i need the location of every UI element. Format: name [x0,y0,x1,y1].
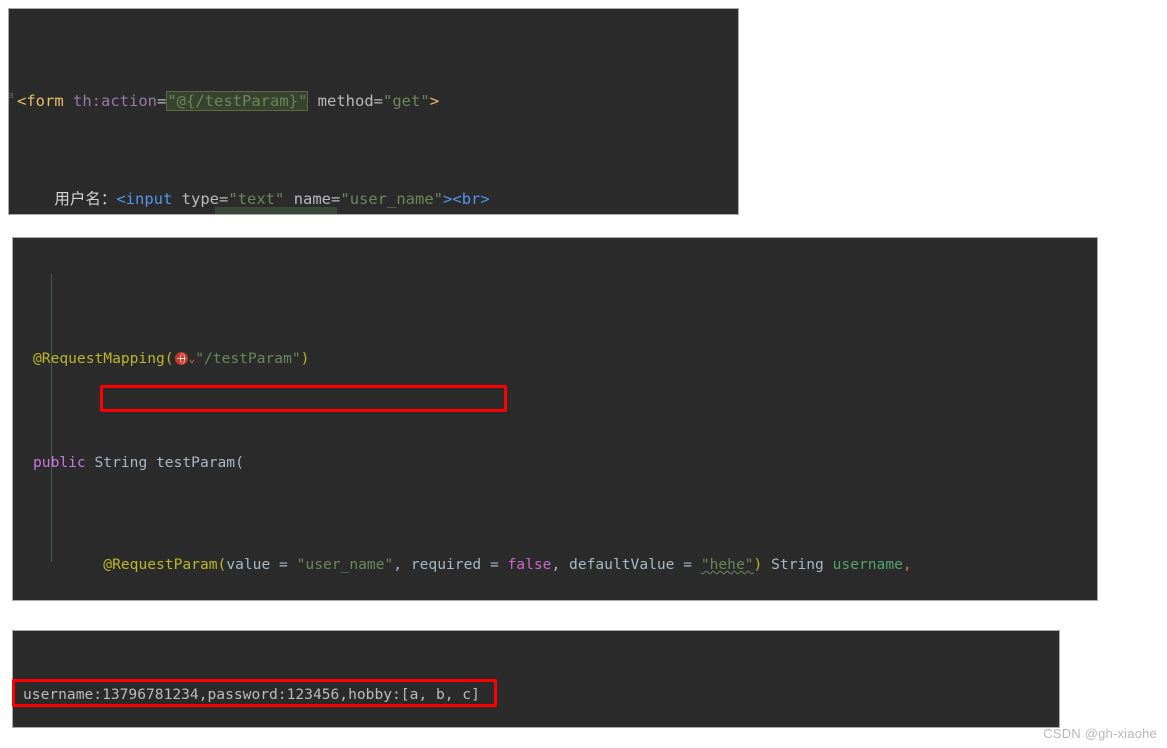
fold-arrow-icon[interactable]: ⊟ [9,91,17,101]
java-line-1: @RequestMapping( ⌄"/testParam") [13,346,1097,373]
rp-required-val: false [507,556,552,574]
rp-value-key: value [226,556,271,574]
html-form-code-block: ⊟ <form th:action="@{/testParam}" method=… [8,8,739,215]
sp-1 [308,92,317,110]
paren-open-2: ( [217,556,227,574]
rp-default-val: "hehe" [700,556,754,574]
rp-default-key: defaultValue [569,556,675,574]
mapping-path-value: "/testParam" [195,350,301,368]
html-line-2: 用户名：<input type="text" name="user_name">… [54,190,490,209]
indent-guide-line [51,274,52,562]
request-param-annotation: @RequestParam [103,556,218,574]
eq-rp-1: = [270,556,297,574]
name-attr-1: name [293,190,332,209]
screenshot-root: ⊟ <form th:action="@{/testParam}" method=… [0,0,1167,748]
console-output-block: username:13796781234,password:123456,hob… [12,630,1060,728]
type-value-1: "text" [228,190,285,209]
java-controller-code-block: @RequestMapping(⌄"/testParam") public St… [12,237,1098,601]
eq-rp-2: = [481,556,508,574]
comma-p1: , [902,556,912,574]
type-attr-1: type [181,190,219,209]
comma-rp-2: , [551,556,570,574]
gt-1: > [429,91,440,110]
th-action-value: "@{/testParam}" [166,90,309,111]
java-line-3: @RequestParam(value = "user_name", requi… [13,552,1097,578]
username-param: username [823,556,903,574]
chevron-down-icon[interactable]: ⌄ [189,346,196,372]
csdn-watermark: CSDN @gh-xiaohe [1043,726,1157,741]
br-tag-1: <br> [452,190,490,209]
return-type: String [94,453,148,471]
rp-value-val: "user_name" [296,556,394,574]
selection-highlight-fragment [215,207,337,214]
input-tag-1: <input [116,190,182,209]
th-action-attr: th:action [73,91,157,110]
method-attr: method [317,91,374,110]
eq-2: = [373,91,384,110]
paren-close-2: ) [753,556,772,574]
console-line-1: username:13796781234,password:123456,hob… [23,686,480,703]
username-type: String [771,556,824,574]
eq-rp-3: = [674,556,701,574]
name-value-1: "user_name" [340,190,444,209]
gt-2: > [443,190,453,209]
html-line-1: ⊟ <form th:action="@{/testParam}" method=… [9,89,738,114]
eq-1: = [157,91,167,110]
paren-open-1: ( [164,350,174,368]
rp-required-key: required [410,556,482,574]
username-label: 用户名： [54,190,117,209]
public-keyword: public [33,453,86,471]
web-path-globe-icon[interactable] [174,352,188,366]
java-line-2: public String testParam( [13,450,1097,476]
paren-close-1: ) [300,350,310,368]
form-open-tag: <form [17,91,73,110]
method-value: "get" [383,91,430,110]
comma-rp-1: , [393,556,411,574]
request-mapping-annotation: @RequestMapping [33,350,165,368]
method-name: testParam( [147,453,244,471]
